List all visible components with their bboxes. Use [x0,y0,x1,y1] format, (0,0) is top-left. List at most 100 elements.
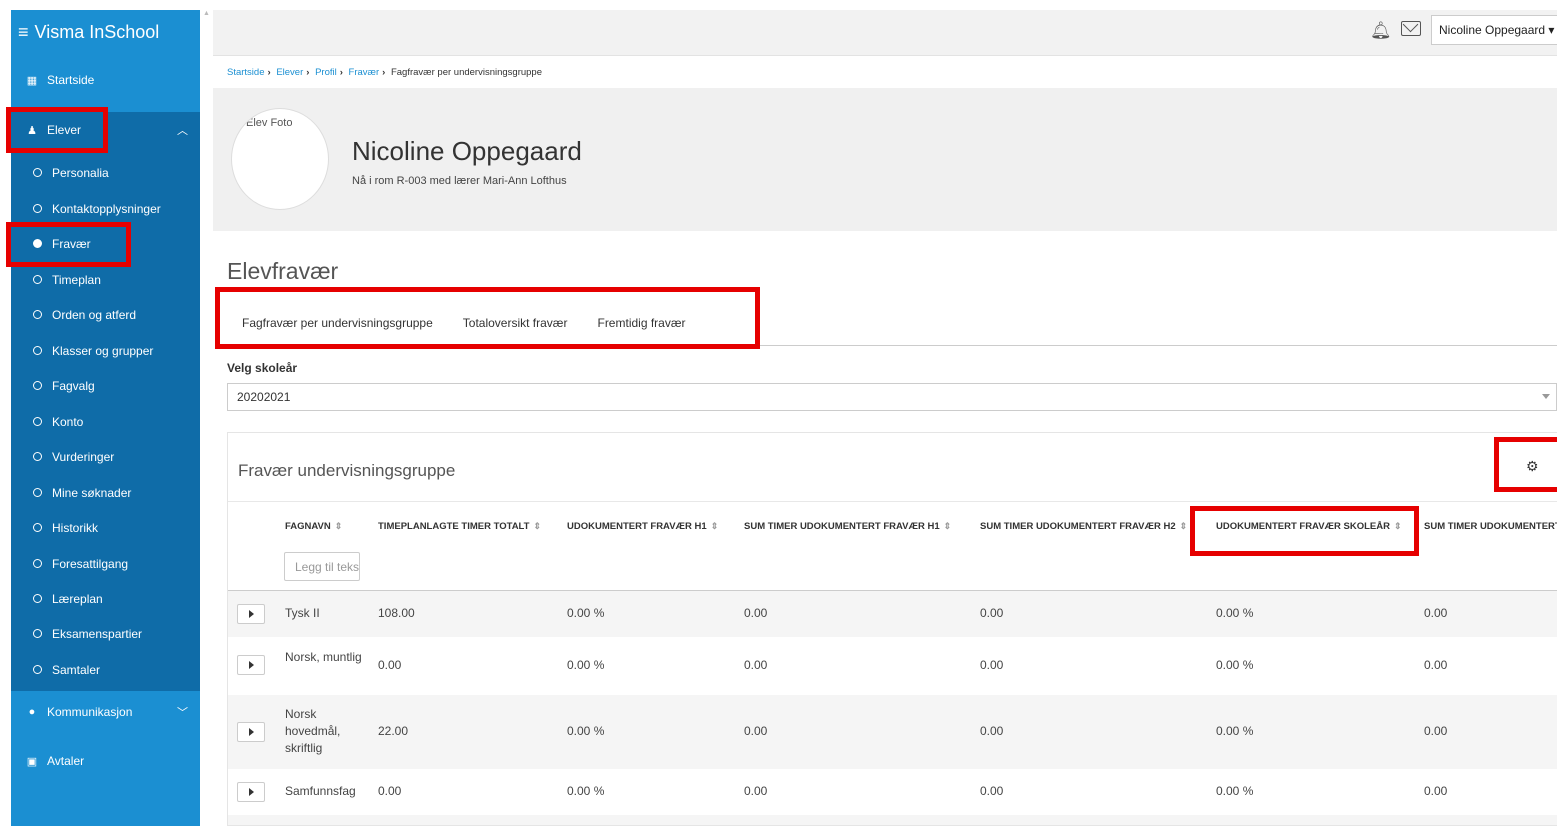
sidebar-subitem-label: Mine søknader [52,485,132,500]
sidebar-subitem-label: Læreplan [52,591,103,606]
sidebar-item-label: Kommunikasjon [47,705,133,719]
breadcrumb: Startside › Elever › Profil › Fravær › Fagfr… [227,67,542,78]
cell-sum-h1: 0.00 [744,606,768,620]
chevron-right-icon: › [339,67,343,78]
circle-icon [33,417,42,426]
sidebar-subitem-timeplan[interactable]: Timeplan [11,262,200,297]
column-header-udok-h1[interactable]: UDOKUMENTERT FRAVÆR H1 ⇕ [567,521,718,532]
column-header-label: SUM TIMER UDOKUMENTERT FRAVÆR H1 [744,521,940,532]
profile-header: Elev Foto Nicoline Oppegaard Nå i rom R-… [213,88,1557,231]
cell-sum-udok: 0.00 [1424,784,1448,798]
cell-udok-skolear: 0.00 % [1216,658,1254,672]
column-header-timeplanlagte[interactable]: TIMEPLANLAGTE TIMER TOTALT ⇕ [378,521,541,532]
caret-down-icon [1542,394,1550,399]
caret-down-icon: ▾ [1548,23,1555,37]
subject-name: Tysk II [285,606,320,620]
column-header-sum-udok[interactable]: SUM TIMER UDOKUMENTERT [1424,521,1557,532]
expand-row-icon[interactable] [237,782,265,802]
sidebar-subitem-samtaler[interactable]: Samtaler [11,652,200,687]
column-header-sum-h2[interactable]: SUM TIMER UDOKUMENTERT FRAVÆR H2 ⇕ [980,521,1187,532]
sidebar-subitem-foresattilgang[interactable]: Foresattilgang [11,546,200,581]
circle-icon [33,523,42,532]
sidebar-subitem-kontaktopplysninger[interactable]: Kontaktopplysninger [11,191,200,226]
bell-icon[interactable]: 🔔︎ [1370,21,1392,41]
sidebar-subitem-label: Foresattilgang [52,556,129,571]
chevron-right-icon: › [306,67,310,78]
sidebar-item-avtaler[interactable]: ▣ Avtaler [11,743,200,779]
sidebar-item-startside[interactable]: ▦ Startside [11,62,200,98]
breadcrumb-link-startside[interactable]: Startside [227,67,265,78]
scroll-up-arrow-icon[interactable]: ▲ [203,10,213,17]
avatar: Elev Foto [231,108,329,210]
fagnavn-filter-input[interactable]: Legg til tekst [284,552,360,581]
table-row [228,815,1557,825]
breadcrumb-link-profil[interactable]: Profil [315,67,337,78]
sidebar-subitem-label: Personalia [52,165,109,180]
sidebar-item-kommunikasjon[interactable]: ● Kommunikasjon ﹀ [11,694,200,730]
table-row[interactable]: Norsk hovedmål, skriftlig 22.00 0.00 % 0… [228,695,1557,769]
table-row[interactable]: Tysk II 108.00 0.00 % 0.00 0.00 0.00 % 0… [228,591,1557,637]
breadcrumb-link-elever[interactable]: Elever [276,67,303,78]
chevron-right-icon: › [267,67,271,78]
calendar-icon: ▣ [26,755,38,768]
sidebar-subitem-label: Orden og atferd [52,307,137,322]
cell-sum-h1: 0.00 [744,724,768,738]
user-menu-button[interactable]: Nicoline Oppegaard ▾ [1431,15,1557,45]
sidebar-subitem-fagvalg[interactable]: Fagvalg [11,368,200,403]
sidebar-item-label: Startside [47,73,95,87]
chevron-up-icon: ︿ [177,125,188,137]
app-title: Visma InSchool [34,21,160,42]
cell-sum-h2: 0.00 [980,724,1004,738]
sidebar-subitem-label: Timeplan [52,272,101,287]
cell-sum-h2: 0.00 [980,658,1004,672]
cell-timeplanlagte: 0.00 [378,784,402,798]
circle-icon [33,452,42,461]
sidebar-subitem-personalia[interactable]: Personalia [11,155,200,190]
sidebar-subitem-eksamenspartier[interactable]: Eksamenspartier [11,616,200,651]
expand-row-icon[interactable] [237,655,265,675]
sidebar-item-label: Avtaler [47,754,85,768]
column-header-sum-h1[interactable]: SUM TIMER UDOKUMENTERT FRAVÆR H1 ⇕ [744,521,951,532]
cell-sum-h2: 0.00 [980,784,1004,798]
circle-icon [33,204,42,213]
sidebar-subitem-label: Vurderinger [52,449,115,464]
circle-icon [33,559,42,568]
table-row[interactable]: Samfunnsfag 0.00 0.00 % 0.00 0.00 0.00 %… [228,769,1557,815]
circle-icon [33,594,42,603]
sidebar-subitem-laereplan[interactable]: Læreplan [11,581,200,616]
highlight-box-elever [6,107,108,153]
sidebar-subitem-klasser[interactable]: Klasser og grupper [11,333,200,368]
cell-udok-h1: 0.00 % [567,658,605,672]
sidebar-subitem-orden[interactable]: Orden og atferd [11,297,200,332]
sidebar-subitem-label: Eksamenspartier [52,626,143,641]
breadcrumb-link-fravaer[interactable]: Fravær [349,67,380,78]
cell-sum-udok: 0.00 [1424,606,1448,620]
brand[interactable]: ≡ Visma InSchool [11,10,200,54]
cell-timeplanlagte: 108.00 [378,606,415,620]
column-header-fagnavn[interactable]: FAGNAVN ⇕ [285,521,342,532]
circle-icon [33,168,42,177]
cell-sum-h1: 0.00 [744,784,768,798]
expand-row-icon[interactable] [237,604,265,624]
circle-icon [33,629,42,638]
divider [228,501,1557,502]
hamburger-icon[interactable]: ≡ [18,22,29,43]
expand-row-icon[interactable] [237,722,265,742]
sidebar-subitem-soknader[interactable]: Mine søknader [11,475,200,510]
school-year-select[interactable]: 20202021 [227,383,1557,411]
table-row[interactable]: Norsk, muntlig 0.00 0.00 % 0.00 0.00 0.0… [228,637,1557,695]
app-window: ≡ Visma InSchool ▦ Startside ♟ Elever ︿ … [0,0,1557,826]
sidebar-subitem-vurderinger[interactable]: Vurderinger [11,439,200,474]
subject-name: Norsk, muntlig [285,650,362,664]
chevron-right-icon: › [382,67,386,78]
topbar: 🔔︎ Nicoline Oppegaard ▾ [213,10,1557,56]
sidebar-subitem-label: Konto [52,414,84,429]
sidebar-subitem-konto[interactable]: Konto [11,404,200,439]
mail-icon[interactable] [1401,21,1421,36]
circle-icon [33,346,42,355]
cell-timeplanlagte: 0.00 [378,658,402,672]
cell-udok-h1: 0.00 % [567,724,605,738]
cell-sum-udok: 0.00 [1424,658,1448,672]
sidebar-subitem-historikk[interactable]: Historikk [11,510,200,545]
cell-udok-h1: 0.00 % [567,784,605,798]
